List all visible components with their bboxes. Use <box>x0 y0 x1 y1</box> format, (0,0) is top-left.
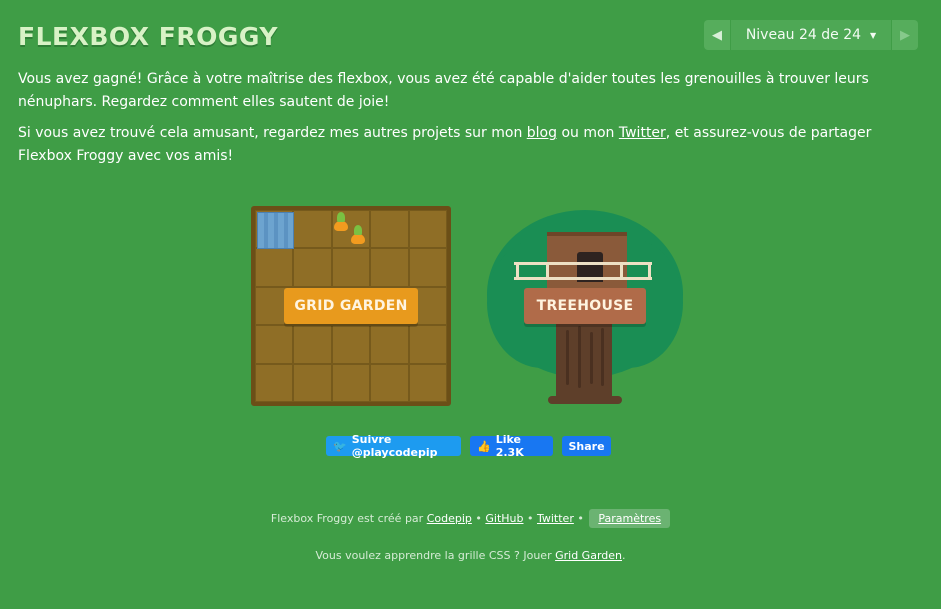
trunk-line <box>566 330 569 385</box>
settings-button[interactable]: Paramètres <box>589 509 671 528</box>
garden-cell <box>255 325 294 364</box>
garden-cell <box>293 363 332 402</box>
garden-cell <box>370 363 409 402</box>
garden-cell <box>331 363 371 402</box>
treehouse-button[interactable]: TREEHOUSE <box>524 288 646 324</box>
garden-cell <box>293 210 332 249</box>
twitter-link[interactable]: Twitter <box>619 125 666 141</box>
level-indicator[interactable]: Niveau 24 de 24 ▼ <box>730 20 892 50</box>
garden-cell <box>408 210 447 249</box>
triangle-left-icon: ◀ <box>712 27 722 43</box>
triangle-right-icon: ▶ <box>900 27 910 43</box>
footer-separator: • <box>573 512 588 525</box>
deck-post <box>516 262 519 280</box>
garden-cell <box>408 363 447 402</box>
garden-cell <box>331 325 371 364</box>
garden-cell <box>293 325 332 364</box>
twitter-follow-button[interactable]: 🐦 Suivre @playcodepip <box>326 433 461 459</box>
footer-grid-garden: Vous voulez apprendre la grille CSS ? Jo… <box>0 549 941 562</box>
garden-cell <box>408 325 447 364</box>
deck-post <box>648 262 651 280</box>
level-indicator-label: Niveau 24 de 24 <box>745 27 862 43</box>
grid-garden-button[interactable]: GRID GARDEN <box>284 288 418 324</box>
deck-post <box>546 262 549 280</box>
garden-cell <box>370 325 409 364</box>
twitter-follow-label: Suivre @playcodepip <box>351 433 438 459</box>
carrot-icon <box>351 225 365 244</box>
caret-down-icon: ▼ <box>870 30 877 40</box>
next-level-button[interactable]: ▶ <box>892 20 918 50</box>
thumbs-up-icon: 👍 <box>477 439 491 453</box>
footer-separator: • <box>523 512 537 525</box>
footer-twitter-link[interactable]: Twitter <box>537 512 574 525</box>
deck-post <box>620 262 623 280</box>
garden-cell <box>370 248 409 287</box>
trunk-line <box>590 332 593 384</box>
codepip-link[interactable]: Codepip <box>427 512 472 525</box>
victory-message: Vous avez gagné! Grâce à votre maîtrise … <box>18 71 869 110</box>
garden-cell <box>331 248 371 287</box>
garden-cell <box>293 248 332 287</box>
github-link[interactable]: GitHub <box>485 512 523 525</box>
share-message: Si vous avez trouvé cela amusant, regard… <box>18 122 923 168</box>
share-message-mid: ou mon <box>557 125 619 141</box>
footer-separator: • <box>471 512 486 525</box>
bird-icon: 🐦 <box>333 439 347 453</box>
trunk-line <box>601 328 604 386</box>
trunk-line <box>578 326 581 388</box>
grid-garden-link[interactable]: Grid Garden <box>555 549 622 562</box>
facebook-like-label: Like 2.3K <box>495 433 524 459</box>
garden-cell <box>255 248 294 287</box>
garden-cell <box>255 363 294 402</box>
garden-cell <box>408 248 447 287</box>
tree-base <box>548 396 622 404</box>
deck-rail <box>514 262 652 265</box>
water-tile <box>257 212 294 249</box>
deck-rail <box>514 277 652 280</box>
blog-link[interactable]: blog <box>527 125 557 141</box>
logo[interactable]: FLEXBOX FROGGY <box>18 22 278 51</box>
facebook-like-button[interactable]: 👍 Like 2.3K <box>470 433 553 459</box>
footer-grid-suffix: . <box>622 549 626 562</box>
facebook-share-button[interactable]: Share <box>562 436 611 456</box>
footer-credits-prefix: Flexbox Froggy est créé par <box>270 512 427 525</box>
share-message-prefix: Si vous avez trouvé cela amusant, regard… <box>18 125 527 141</box>
footer-grid-prefix: Vous voulez apprendre la grille CSS ? Jo… <box>315 549 556 562</box>
prev-level-button[interactable]: ◀ <box>704 20 730 50</box>
carrot-icon <box>334 212 348 231</box>
garden-cell <box>370 210 409 249</box>
level-navigation: ◀ Niveau 24 de 24 ▼ ▶ <box>704 20 918 50</box>
footer-credits: Flexbox Froggy est créé par Codepip • Gi… <box>0 509 941 528</box>
